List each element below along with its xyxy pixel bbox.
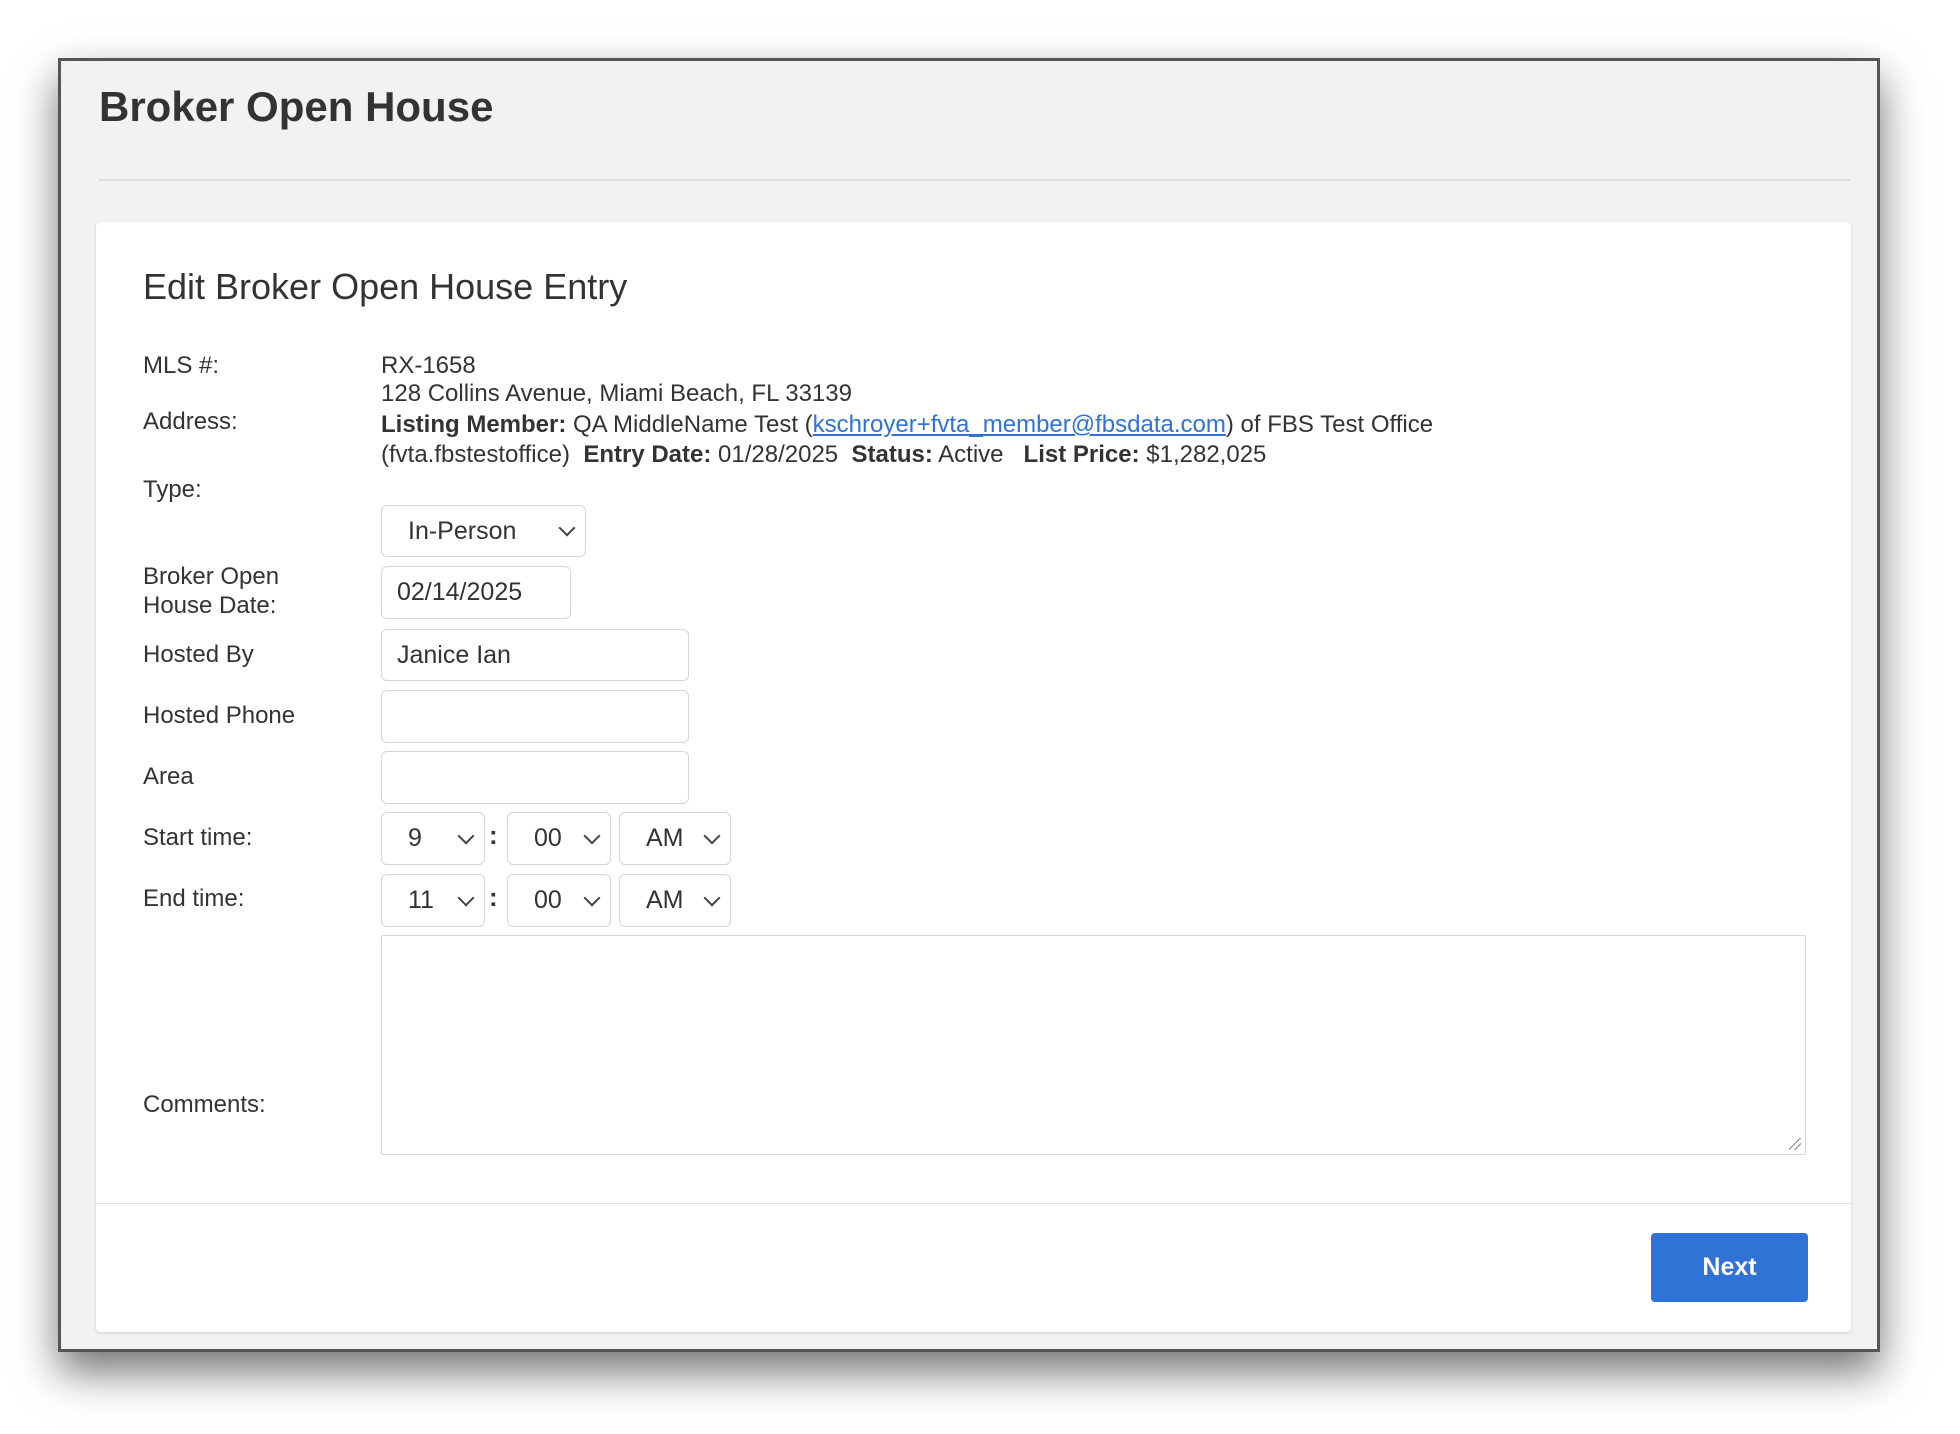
listing-member-email-link[interactable]: kschroyer+fvta_member@fbsdata.com (813, 411, 1226, 438)
window-title: Broker Open House (99, 83, 494, 130)
chevron-down-icon (457, 827, 475, 844)
comments-textarea[interactable] (381, 935, 1806, 1155)
status-value: Active (938, 441, 1004, 468)
area-input[interactable] (381, 751, 689, 804)
time-separator: : (489, 882, 498, 912)
hosted-by-input[interactable]: Janice Ian (381, 629, 689, 681)
type-select[interactable]: In-Person (381, 505, 586, 557)
time-separator: : (489, 820, 498, 850)
date-label: Broker Open House Date: (143, 563, 280, 619)
type-label: Type: (143, 476, 202, 503)
chevron-down-icon (457, 889, 475, 906)
end-ampm-select[interactable]: AM (619, 874, 731, 927)
listing-details: Listing Member: QA MiddleName Test (ksch… (381, 410, 1541, 470)
hosted-phone-input[interactable] (381, 690, 689, 743)
start-minute-select[interactable]: 00 (507, 812, 611, 865)
end-hour-select[interactable]: 11 (381, 874, 485, 927)
resize-handle-icon[interactable] (1789, 1138, 1801, 1150)
start-hour-select[interactable]: 9 (381, 812, 485, 865)
chevron-down-icon (703, 827, 721, 844)
footer-divider (96, 1203, 1851, 1204)
next-button[interactable]: Next (1651, 1233, 1808, 1302)
chevron-down-icon (703, 889, 721, 906)
hosted-phone-label: Hosted Phone (143, 702, 296, 729)
mls-value: RX-1658 (381, 352, 476, 379)
comments-label: Comments: (143, 1091, 266, 1118)
divider (99, 179, 1851, 181)
dialog-window: Broker Open House Edit Broker Open House… (58, 58, 1880, 1352)
hosted-by-label: Hosted By (143, 641, 254, 668)
end-minute-select[interactable]: 00 (507, 874, 611, 927)
mls-label: MLS #: (143, 352, 220, 379)
form-card: Edit Broker Open House Entry MLS #: RX-1… (96, 222, 1851, 1332)
status-label: Status: (851, 441, 933, 468)
chevron-down-icon (583, 827, 601, 844)
entry-date: 01/28/2025 (718, 441, 839, 468)
start-ampm-select[interactable]: AM (619, 812, 731, 865)
chevron-down-icon (558, 519, 576, 537)
start-minute-value: 00 (534, 824, 562, 852)
form-heading: Edit Broker Open House Entry (143, 266, 628, 307)
end-hour-value: 11 (408, 886, 434, 914)
end-ampm-value: AM (646, 886, 684, 914)
end-time-label: End time: (143, 885, 245, 912)
entry-date-label: Entry Date: (583, 441, 712, 468)
date-input[interactable]: 02/14/2025 (381, 566, 571, 619)
listing-member-name: QA MiddleName Test ( (573, 411, 813, 438)
end-minute-value: 00 (534, 886, 562, 914)
listing-member-label: Listing Member: (381, 411, 567, 438)
type-selected: In-Person (408, 516, 517, 545)
start-time-label: Start time: (143, 824, 253, 851)
start-hour-value: 9 (408, 824, 422, 852)
address-label: Address: (143, 408, 238, 435)
list-price-label: List Price: (1023, 441, 1140, 468)
address-value: 128 Collins Avenue, Miami Beach, FL 3313… (381, 380, 852, 407)
start-ampm-value: AM (646, 824, 684, 852)
list-price: $1,282,025 (1146, 441, 1267, 468)
area-label: Area (143, 763, 194, 790)
chevron-down-icon (583, 889, 601, 906)
